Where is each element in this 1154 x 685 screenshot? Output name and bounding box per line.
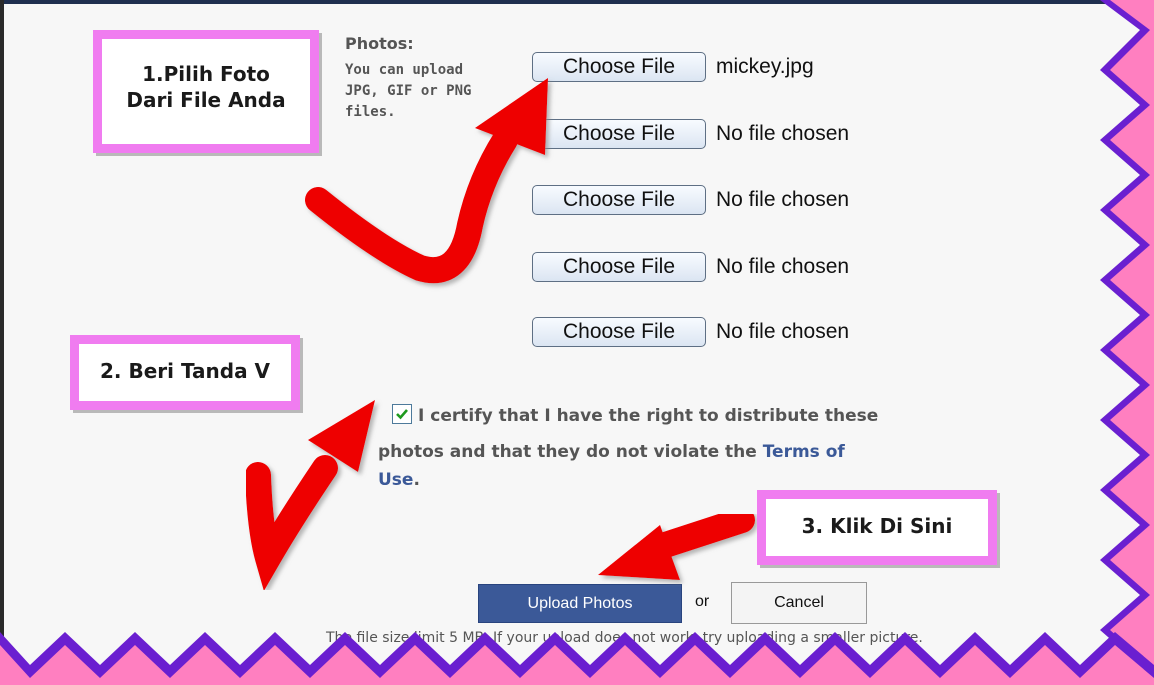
terms-of-use-link-part2[interactable]: Use [378,470,413,490]
callout-step-1: 1.Pilih Foto Dari File Anda [93,30,319,153]
callout-step-1-line-2: Dari File Anda [126,88,286,112]
left-border [0,0,4,685]
choose-file-button-3[interactable]: Choose File [532,185,706,215]
file-size-note: The file size limit 5 MB. If your upload… [326,630,923,646]
certify-checkbox[interactable] [392,404,412,424]
cancel-button[interactable]: Cancel [731,582,867,624]
certify-text-2: photos and that they do not violate the [378,442,757,462]
file-input-row-2: Choose File No file chosen [532,117,849,151]
file-input-row-4: Choose File No file chosen [532,250,849,284]
file-name-4: No file chosen [716,255,850,278]
choose-file-button-1[interactable]: Choose File [532,52,706,82]
file-input-row-3: Choose File No file chosen [532,183,849,217]
choose-file-button-2[interactable]: Choose File [532,119,706,149]
red-arrow-icon [598,507,755,580]
certify-line-1: I certify that I have the right to distr… [378,398,953,434]
upload-photos-button[interactable]: Upload Photos [478,584,682,623]
terms-of-use-link-part1[interactable]: Terms of [763,442,845,462]
photos-help-text: You can upload JPG, GIF or PNG files. [345,60,520,123]
callout-step-3: 3. Klik Di Sini [757,490,997,565]
photos-help-line: JPG, GIF or PNG [345,83,472,99]
zigzag-right-edge-pink [1110,0,1154,685]
certify-block: I certify that I have the right to distr… [378,398,953,498]
certify-text-1: I certify that I have the right to distr… [418,406,879,426]
choose-file-button-4[interactable]: Choose File [532,252,706,282]
upload-photos-page: Photos: You can upload JPG, GIF or PNG f… [0,0,1154,685]
photos-help-line: files. [345,104,396,120]
callout-step-2: 2. Beri Tanda V [70,335,300,410]
file-input-row-1: Choose File mickey.jpg [532,50,814,84]
or-text: or [695,593,710,610]
file-name-5: No file chosen [716,320,850,343]
callout-step-1-line-1: 1.Pilih Foto [142,62,270,86]
certify-period: . [413,470,420,490]
top-border [0,0,1154,4]
zigzag-bottom-edge-pink [0,645,1154,685]
red-arrow-icon [245,400,375,592]
file-name-1: mickey.jpg [716,55,814,78]
zigzag-right-edge [1100,0,1154,685]
photos-help-line: You can upload [345,62,464,78]
file-input-row-5: Choose File No file chosen [532,315,849,349]
checkmark-icon [396,409,408,420]
choose-file-button-5[interactable]: Choose File [532,317,706,347]
photos-label: Photos: [345,34,414,53]
file-name-2: No file chosen [716,122,850,145]
file-name-3: No file chosen [716,188,850,211]
